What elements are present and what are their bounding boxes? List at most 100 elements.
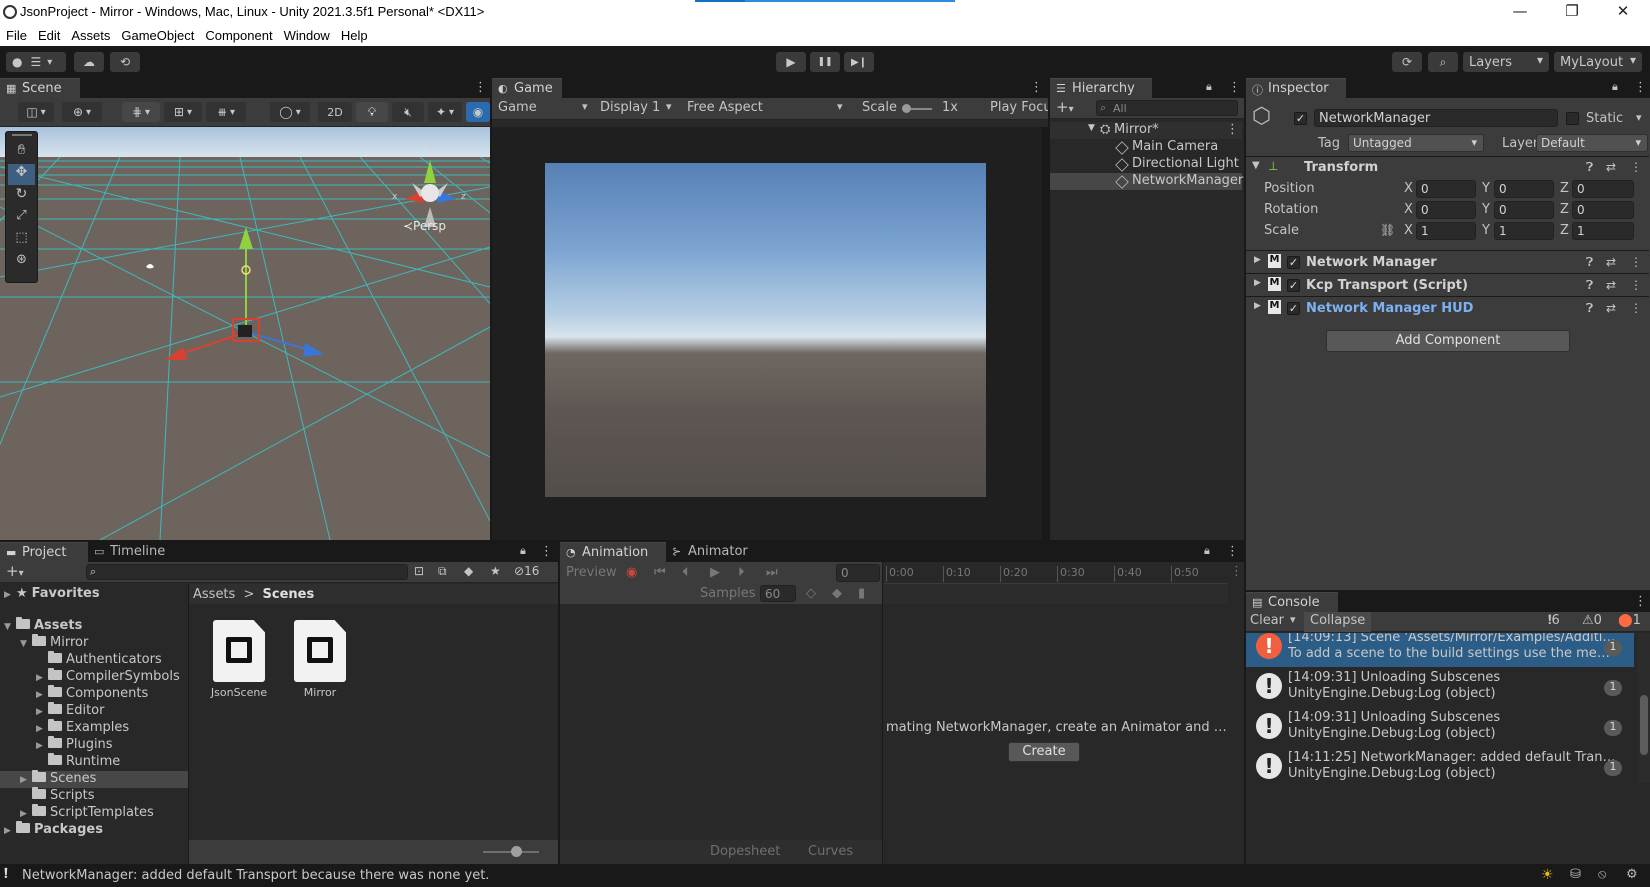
transform-header[interactable]: ▼ ⊥ Transform ❓︎ ⇄ ⋮ — [1246, 156, 1649, 179]
component-menu-icon[interactable]: ⋮ — [1630, 160, 1642, 174]
axis-label-z[interactable]: Z — [1560, 202, 1569, 217]
console-log-entry[interactable]: ! [14:09:31] Unloading Subscenes UnityEn… — [1246, 667, 1634, 707]
active-checkbox[interactable]: ✓ — [1294, 112, 1307, 125]
prev-keyframe-icon[interactable]: ⏴ — [682, 565, 689, 580]
drag-handle[interactable] — [12, 134, 32, 136]
tab-animation[interactable]: ◔ Animation — [560, 542, 666, 562]
create-asset-button[interactable]: +▾ — [6, 562, 24, 580]
rotate-tool-button[interactable]: ↻ — [8, 186, 35, 207]
hierarchy-menu-icon[interactable]: ⋮ — [1228, 80, 1241, 95]
transform-rotation-y-field[interactable]: 0 — [1494, 201, 1554, 219]
expand-arrow-icon[interactable]: ▼ — [4, 622, 16, 632]
hand-tool-button[interactable]: ✋︎ — [8, 142, 35, 163]
scale-tool-button[interactable]: ⤢ — [8, 208, 35, 229]
lock-icon[interactable]: 🔒︎ — [1206, 80, 1212, 94]
tab-console[interactable]: ▤ Console — [1246, 592, 1338, 612]
tag-dropdown[interactable]: Untagged ▾ — [1348, 134, 1484, 152]
lighting-toggle[interactable]: 💡︎ — [356, 102, 388, 122]
menu-edit[interactable]: Edit — [38, 25, 60, 43]
expand-arrow-icon[interactable]: ▶ — [36, 741, 48, 751]
layout-dropdown[interactable]: MyLayout — [1554, 52, 1642, 72]
menu-gameobject[interactable]: GameObject — [121, 25, 194, 43]
menu-help[interactable]: Help — [341, 25, 368, 43]
expand-arrow-icon[interactable]: ▶ — [36, 673, 48, 683]
help-icon[interactable]: ❓︎ — [1586, 255, 1593, 270]
hierarchy-item-directional-light[interactable]: Directional Light — [1050, 156, 1242, 173]
game-mode-dropdown[interactable]: Game ▾ — [498, 100, 588, 115]
increment-snap-toggle[interactable]: ⧻ ▾ — [206, 102, 246, 122]
scene-menu-icon[interactable]: ⋮ — [474, 80, 487, 95]
collab-button[interactable]: ⟲ — [110, 52, 140, 72]
hierarchy-item-main-camera[interactable]: Main Camera — [1050, 139, 1242, 156]
expand-arrow-icon[interactable]: ▶ — [20, 775, 32, 785]
hidden-objects-toggle[interactable]: ◉ — [466, 102, 490, 122]
help-icon[interactable]: ❓︎ — [1586, 301, 1593, 316]
transform-scale-y-field[interactable]: 1 — [1494, 222, 1554, 240]
lock-icon[interactable]: 🔒︎ — [1612, 80, 1618, 94]
asset-mirror[interactable]: Mirror — [285, 620, 355, 699]
expand-arrow-icon[interactable]: ▶ — [36, 707, 48, 717]
scene-item-menu-icon[interactable]: ⋮ — [1226, 122, 1239, 137]
icon-size-slider[interactable] — [483, 846, 539, 857]
console-log-entry[interactable]: ! [14:11:25] NetworkManager: added defau… — [1246, 747, 1634, 787]
next-keyframe-icon[interactable]: ⏵ — [738, 565, 745, 580]
project-tree-item[interactable]: ▶ Scenes — [0, 770, 188, 788]
breadcrumb-assets[interactable]: Assets — [193, 587, 235, 602]
project-tree-item[interactable]: ▶ Plugins — [0, 736, 188, 754]
shading-dropdown[interactable]: ◯ ▾ — [270, 102, 310, 122]
last-keyframe-icon[interactable]: ⏭ — [766, 565, 778, 580]
project-tree-item[interactable]: ▶ Packages — [0, 821, 188, 839]
menu-window[interactable]: Window — [284, 25, 330, 43]
project-tree-item[interactable]: ▶ Examples — [0, 719, 188, 737]
expand-arrow-icon[interactable]: ▶ — [36, 724, 48, 734]
component-row[interactable]: ▶ M ✓ Kcp Transport (Script) ❓︎ ⇄ ⋮ — [1246, 273, 1649, 296]
layers-dropdown[interactable]: Layers — [1463, 52, 1549, 72]
help-icon[interactable]: ❓︎ — [1586, 160, 1593, 175]
expand-arrow-icon[interactable]: ▶ — [1254, 301, 1261, 311]
expand-arrow-icon[interactable]: ▶ — [1254, 255, 1261, 265]
curves-tab[interactable]: Curves — [808, 844, 853, 859]
tab-game[interactable]: ◐ Game — [492, 78, 562, 98]
transform-scale-x-field[interactable]: 1 — [1416, 222, 1476, 240]
axis-label-y[interactable]: Y — [1482, 202, 1490, 217]
expand-arrow-icon[interactable]: ▼ — [20, 639, 32, 649]
event-marker-icon[interactable]: ▮ — [858, 586, 865, 601]
tab-inspector[interactable]: ⓘ Inspector — [1246, 78, 1346, 98]
label-filter-icon[interactable]: ◆ — [464, 564, 473, 578]
debug-mode-icon[interactable]: ⚙︎ — [1626, 867, 1638, 882]
game-viewport[interactable] — [492, 127, 1042, 540]
grid-visibility-toggle[interactable]: ⊞ ▾ — [164, 102, 202, 122]
dopesheet-tab[interactable]: Dopesheet — [704, 844, 786, 859]
frame-field[interactable]: 0 — [836, 564, 880, 582]
console-log-entry[interactable]: ! [14:09:31] Unloading Subscenes UnityEn… — [1246, 707, 1634, 747]
object-name-field[interactable]: NetworkManager — [1314, 109, 1558, 127]
history-button[interactable]: ⟳ — [1392, 52, 1422, 72]
filter-type-icon[interactable]: ⧉ — [438, 564, 447, 579]
breadcrumb-scenes[interactable]: Scenes — [263, 587, 315, 602]
info-filter-toggle[interactable]: ❗︎6 — [1548, 613, 1560, 628]
transform-tool-button[interactable]: ⊛ — [8, 252, 35, 273]
axis-label-y[interactable]: Y — [1482, 223, 1490, 238]
scene-viewport[interactable]: y x z ≺Persp — [0, 127, 490, 540]
project-tree-item[interactable]: Authenticators — [0, 651, 188, 669]
pause-button[interactable]: ❚❚ — [810, 52, 840, 72]
scale-slider[interactable] — [902, 104, 932, 113]
play-button[interactable]: ▶ — [776, 52, 806, 72]
project-tree-item[interactable]: ▶ Editor — [0, 702, 188, 720]
hierarchy-search-input[interactable]: ⌕ All — [1096, 100, 1238, 116]
preview-toggle[interactable]: Preview — [566, 565, 617, 580]
component-enabled-checkbox[interactable]: ✓ — [1287, 279, 1300, 292]
add-keyframe-icon[interactable]: ◇ — [806, 586, 816, 601]
scene-root-item[interactable]: ▼ ⛭ Mirror* ⋮ — [1050, 122, 1242, 139]
clear-button[interactable]: Clear — [1250, 613, 1284, 628]
component-enabled-checkbox[interactable]: ✓ — [1287, 256, 1300, 269]
display-dropdown[interactable]: Display 1 ▾ — [600, 100, 672, 115]
menu-component[interactable]: Component — [205, 25, 272, 43]
menu-file[interactable]: File — [6, 25, 27, 43]
project-tree-item[interactable]: ▶ ScriptTemplates — [0, 804, 188, 822]
menu-assets[interactable]: Assets — [71, 25, 110, 43]
project-menu-icon[interactable]: ⋮ — [540, 544, 553, 559]
asset-jsonscene[interactable]: JsonScene — [204, 620, 274, 699]
axis-label-x[interactable]: X — [1404, 202, 1413, 217]
collapse-toggle[interactable]: Collapse — [1304, 612, 1372, 632]
